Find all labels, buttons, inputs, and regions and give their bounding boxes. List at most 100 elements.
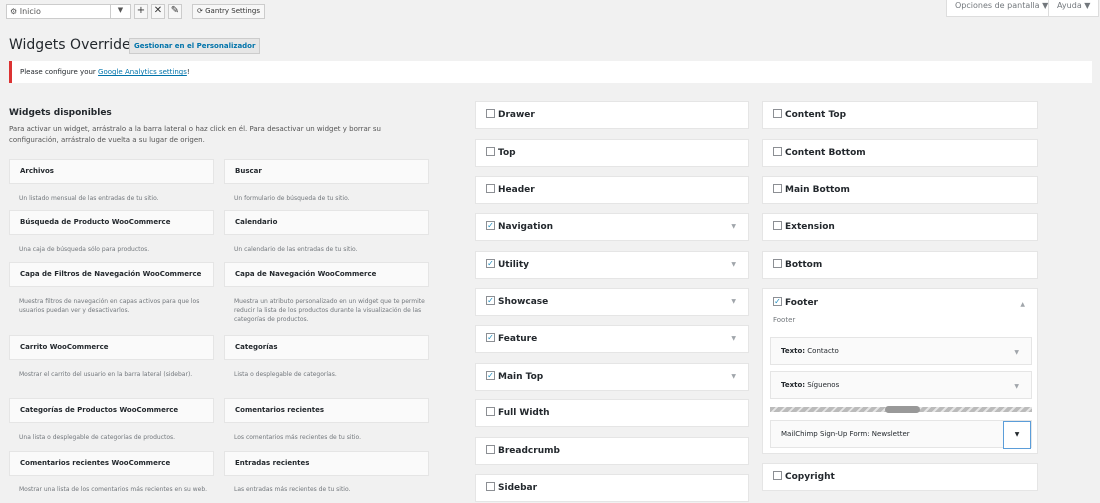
chevron-down-icon: ▼ <box>110 4 130 19</box>
customizer-button[interactable]: Gestionar en el Personalizador <box>129 38 261 54</box>
widget-desc: Los comentarios más recientes de tu siti… <box>234 434 361 441</box>
widget-type: MailChimp Sign-Up Form: <box>781 430 870 438</box>
sidebar-copyright[interactable]: Copyright <box>762 463 1038 491</box>
sidebar-extension[interactable]: Extension <box>762 213 1038 241</box>
chevron-down-icon[interactable]: ▼ <box>1014 374 1019 400</box>
sidebar-name: Content Bottom <box>785 148 866 158</box>
widget-card-calendario[interactable]: Calendario <box>224 210 429 235</box>
drop-placeholder <box>770 406 1032 413</box>
widget-title: Síguenos <box>807 381 840 389</box>
sidebar-name: Sidebar <box>498 483 538 493</box>
gantry-settings-label: Gantry Settings <box>205 7 260 15</box>
sidebar-checkbox[interactable] <box>773 471 782 480</box>
sidebar-drawer[interactable]: Drawer <box>475 101 749 129</box>
sidebar-checkbox[interactable] <box>486 184 495 193</box>
sidebar-content-top[interactable]: Content Top <box>762 101 1038 129</box>
sidebar-checkbox[interactable] <box>773 259 782 268</box>
chevron-up-icon[interactable]: ▲ <box>1020 291 1025 319</box>
chevron-down-icon[interactable]: ▼ <box>731 289 736 315</box>
gantry-settings-button[interactable]: ⟳ Gantry Settings <box>192 4 265 19</box>
widget-card-comentarios-woo[interactable]: Comentarios recientes WooCommerce <box>9 451 214 476</box>
sidebar-checkbox[interactable] <box>773 147 782 156</box>
widget-card-comentarios-recientes[interactable]: Comentarios recientes <box>224 398 429 423</box>
google-analytics-link[interactable]: Google Analytics settings <box>98 68 187 76</box>
sidebar-bottom[interactable]: Bottom <box>762 251 1038 279</box>
check-icon[interactable]: ✓ <box>486 259 495 268</box>
sidebar-name: Feature <box>498 334 538 344</box>
sidebar-name: Bottom <box>785 260 823 270</box>
widget-desc: Un calendario de las entradas de tu siti… <box>234 246 358 253</box>
widget-card-entradas-recientes[interactable]: Entradas recientes <box>224 451 429 476</box>
sidebar-name: Main Bottom <box>785 185 850 195</box>
sidebar-name: Footer <box>785 298 818 308</box>
help-tab[interactable]: Ayuda ▼ <box>1048 0 1100 17</box>
widget-card-categorias-productos[interactable]: Categorías de Productos WooCommerce <box>9 398 214 423</box>
check-icon[interactable]: ✓ <box>486 371 495 380</box>
chevron-down-icon[interactable]: ▼ <box>731 364 736 390</box>
widget-card-capa-navegacion[interactable]: Capa de Navegación WooCommerce <box>224 262 429 287</box>
sidebar-main-bottom[interactable]: Main Bottom <box>762 176 1038 204</box>
widget-title: Newsletter <box>871 430 910 438</box>
widget-desc: Muestra filtros de navegación en capas a… <box>19 298 200 314</box>
sidebar-checkbox[interactable] <box>486 445 495 454</box>
sidebar-main-top[interactable]: ✓ Main Top ▼ <box>475 363 749 391</box>
delete-button[interactable]: ✕ <box>151 4 165 19</box>
widget-card-archivos[interactable]: Archivos <box>9 159 214 184</box>
widget-desc: Muestra un atributo personalizado en un … <box>234 298 425 323</box>
footer-header[interactable]: ✓ Footer ▲ <box>763 289 1037 317</box>
widget-card-carrito[interactable]: Carrito WooCommerce <box>9 335 214 360</box>
sidebar-utility[interactable]: ✓ Utility ▼ <box>475 251 749 279</box>
edit-button[interactable]: ✎ <box>168 4 182 19</box>
sidebar-checkbox[interactable] <box>773 109 782 118</box>
check-icon[interactable]: ✓ <box>486 333 495 342</box>
check-icon[interactable]: ✓ <box>773 297 782 306</box>
sidebar-checkbox[interactable] <box>486 482 495 491</box>
drag-handle[interactable] <box>885 406 920 413</box>
sidebar-checkbox[interactable] <box>486 147 495 156</box>
sidebar-checkbox[interactable] <box>486 109 495 118</box>
sidebar-top[interactable]: Top <box>475 139 749 167</box>
widget-card-categorias[interactable]: Categorías <box>224 335 429 360</box>
page-select[interactable]: ⚙ Inicio ▼ <box>6 4 131 19</box>
sidebar-sidebar[interactable]: Sidebar <box>475 474 749 502</box>
widget-desc: Un listado mensual de las entradas de tu… <box>19 195 159 202</box>
sidebar-footer[interactable]: ✓ Footer ▲ Footer Texto: Contacto ▼ Texto… <box>762 288 1038 454</box>
sidebar-full-width[interactable]: Full Width <box>475 399 749 427</box>
widget-card-buscar[interactable]: Buscar <box>224 159 429 184</box>
chevron-down-icon[interactable]: ▼ <box>731 326 736 352</box>
chevron-down-icon[interactable]: ▼ <box>731 214 736 240</box>
sidebar-feature[interactable]: ✓ Feature ▼ <box>475 325 749 353</box>
widget-card-busqueda-producto[interactable]: Búsqueda de Producto WooCommerce <box>9 210 214 235</box>
sidebar-showcase[interactable]: ✓ Showcase ▼ <box>475 288 749 316</box>
add-button[interactable]: + <box>134 4 148 19</box>
sidebar-content-bottom[interactable]: Content Bottom <box>762 139 1038 167</box>
widget-desc: Las entradas más recientes de tu sitio. <box>234 486 351 493</box>
check-icon[interactable]: ✓ <box>486 221 495 230</box>
chevron-down-icon[interactable]: ▼ <box>1003 421 1031 449</box>
footer-widget-contacto[interactable]: Texto: Contacto ▼ <box>770 337 1032 365</box>
sidebar-checkbox[interactable] <box>773 221 782 230</box>
chevron-down-icon[interactable]: ▼ <box>731 252 736 278</box>
analytics-notice: Please configure your Google Analytics s… <box>9 61 1092 83</box>
sidebar-breadcrumb[interactable]: Breadcrumb <box>475 437 749 465</box>
footer-widget-siguenos[interactable]: Texto: Síguenos ▼ <box>770 371 1032 399</box>
sidebar-checkbox[interactable] <box>773 184 782 193</box>
sidebar-name: Showcase <box>498 297 549 307</box>
sidebar-header[interactable]: Header <box>475 176 749 204</box>
widget-type: Texto: <box>781 347 806 355</box>
widget-title: Contacto <box>807 347 839 355</box>
page-select-value: Inicio <box>19 7 41 16</box>
sidebar-navigation[interactable]: ✓ Navigation ▼ <box>475 213 749 241</box>
available-widgets-description: Para activar un widget, arrástralo a la … <box>9 125 381 144</box>
check-icon[interactable]: ✓ <box>486 296 495 305</box>
widget-desc: Una lista o desplegable de categorías de… <box>19 434 176 441</box>
footer-widget-mailchimp[interactable]: MailChimp Sign-Up Form: Newsletter ▼ <box>770 420 1032 449</box>
sidebar-checkbox[interactable] <box>486 407 495 416</box>
widget-card-capa-filtros[interactable]: Capa de Filtros de Navegación WooCommerc… <box>9 262 214 287</box>
screen-options-tab[interactable]: Opciones de pantalla ▼ <box>946 0 1058 17</box>
widget-desc: Un formulario de búsqueda de tu sitio. <box>234 195 350 202</box>
available-widgets-title: Widgets disponibles <box>9 108 112 118</box>
sidebar-name: Full Width <box>498 408 550 418</box>
sidebar-name: Top <box>498 148 516 158</box>
chevron-down-icon[interactable]: ▼ <box>1014 340 1019 366</box>
